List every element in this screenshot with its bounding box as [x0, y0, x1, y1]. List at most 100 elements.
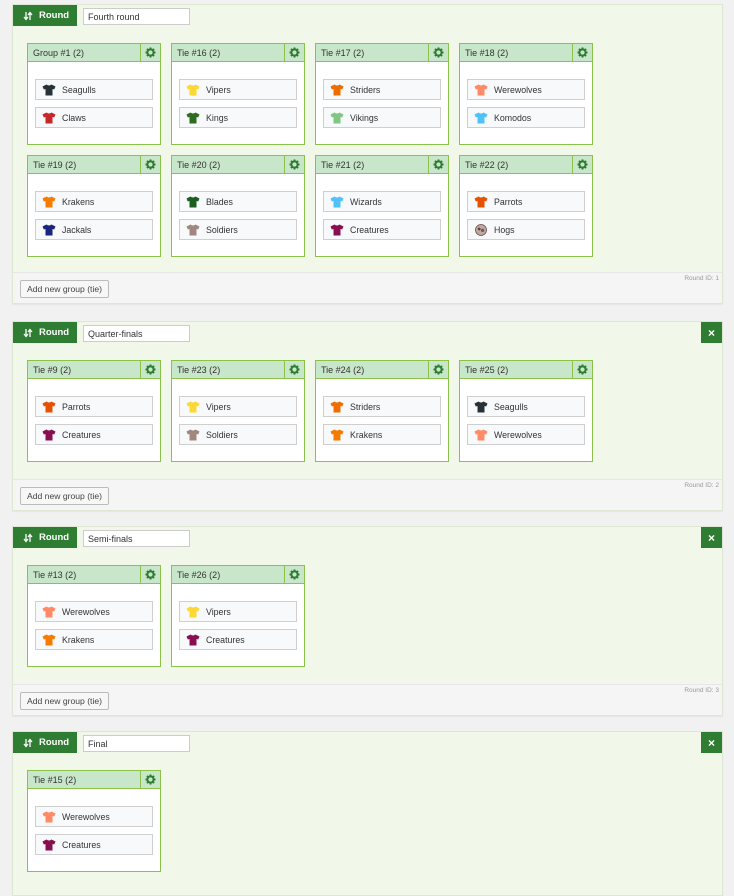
shirt-icon — [330, 224, 344, 235]
team-item[interactable]: Seagulls — [467, 396, 585, 417]
gear-icon[interactable] — [284, 156, 304, 173]
swap-icon — [23, 532, 33, 543]
gear-icon[interactable] — [428, 44, 448, 61]
tie-title: Group #1 (2) — [33, 47, 85, 58]
team-item[interactable]: Krakens — [323, 424, 441, 445]
round-header: Round — [13, 5, 722, 27]
shirt-icon — [330, 401, 344, 412]
team-item[interactable]: Creatures — [323, 219, 441, 240]
team-item[interactable]: Claws — [35, 107, 153, 128]
round-name-input[interactable] — [83, 8, 190, 25]
round-name-input[interactable] — [83, 735, 190, 752]
team-item[interactable]: Hogs — [467, 219, 585, 240]
close-icon[interactable]: × — [701, 322, 722, 343]
team-item[interactable]: Jackals — [35, 219, 153, 240]
tie-title: Tie #17 (2) — [321, 47, 365, 58]
team-item[interactable]: Striders — [323, 79, 441, 100]
team-name: Werewolves — [62, 811, 110, 822]
gear-icon[interactable] — [140, 44, 160, 61]
add-group-button[interactable]: Add new group (tie) — [20, 692, 109, 710]
gear-icon[interactable] — [572, 361, 592, 378]
shirt-icon — [186, 196, 200, 207]
gear-icon[interactable] — [284, 566, 304, 583]
team-name: Parrots — [494, 196, 523, 207]
round-footer: Add new group (tie) Round ID: 1 — [13, 272, 722, 303]
round-toggle-button[interactable]: Round — [13, 527, 77, 548]
team-item[interactable]: Kings — [179, 107, 297, 128]
add-group-button[interactable]: Add new group (tie) — [20, 280, 109, 298]
team-item[interactable]: Vipers — [179, 396, 297, 417]
swap-icon — [23, 737, 33, 748]
add-group-button[interactable]: Add new group (tie) — [20, 487, 109, 505]
team-item[interactable]: Creatures — [35, 834, 153, 855]
team-item[interactable]: Komodos — [467, 107, 585, 128]
gear-icon[interactable] — [428, 156, 448, 173]
gear-icon[interactable] — [140, 156, 160, 173]
shirt-icon — [42, 196, 56, 207]
tie-card: Tie #21 (2) Wizards Creatures — [315, 155, 449, 257]
gear-icon[interactable] — [140, 361, 160, 378]
round-id-label: Round ID: 3 — [684, 687, 719, 694]
team-item[interactable]: Wizards — [323, 191, 441, 212]
tie-title: Tie #24 (2) — [321, 364, 365, 375]
shirt-icon — [330, 429, 344, 440]
round-badge-label: Round — [39, 737, 70, 748]
team-item[interactable]: Werewolves — [467, 424, 585, 445]
round-badge-label: Round — [39, 327, 70, 338]
team-name: Kings — [206, 112, 229, 123]
team-item[interactable]: Creatures — [35, 424, 153, 445]
shirt-icon — [42, 429, 56, 440]
round-badge-label: Round — [39, 10, 70, 21]
round-panel: Round × Tie #15 (2) Werewolves Creatures — [12, 731, 723, 896]
team-item[interactable]: Seagulls — [35, 79, 153, 100]
team-item[interactable]: Krakens — [35, 191, 153, 212]
gear-icon[interactable] — [572, 44, 592, 61]
tie-card: Tie #24 (2) Striders Krakens — [315, 360, 449, 462]
team-item[interactable]: Vikings — [323, 107, 441, 128]
gear-icon[interactable] — [140, 566, 160, 583]
tie-title: Tie #9 (2) — [33, 364, 72, 375]
team-item[interactable]: Parrots — [467, 191, 585, 212]
round-toggle-button[interactable]: Round — [13, 5, 77, 26]
shirt-icon — [42, 634, 56, 645]
shirt-icon — [474, 112, 488, 123]
gear-icon[interactable] — [284, 44, 304, 61]
shirt-icon — [42, 84, 56, 95]
round-toggle-button[interactable]: Round — [13, 322, 77, 343]
round-id-label: Round ID: 2 — [684, 482, 719, 489]
team-name: Krakens — [350, 429, 383, 440]
round-name-input[interactable] — [83, 325, 190, 342]
close-icon[interactable]: × — [701, 732, 722, 753]
shirt-icon — [42, 606, 56, 617]
shirt-icon — [186, 606, 200, 617]
team-item[interactable]: Werewolves — [467, 79, 585, 100]
tie-card: Tie #16 (2) Vipers Kings — [171, 43, 305, 145]
shirt-icon — [186, 224, 200, 235]
round-toggle-button[interactable]: Round — [13, 732, 77, 753]
team-item[interactable]: Krakens — [35, 629, 153, 650]
team-name: Creatures — [62, 429, 101, 440]
team-item[interactable]: Blades — [179, 191, 297, 212]
team-item[interactable]: Vipers — [179, 601, 297, 622]
gear-icon[interactable] — [284, 361, 304, 378]
team-item[interactable]: Soldiers — [179, 424, 297, 445]
gear-icon[interactable] — [428, 361, 448, 378]
shirt-icon — [42, 224, 56, 235]
team-item[interactable]: Werewolves — [35, 806, 153, 827]
team-item[interactable]: Werewolves — [35, 601, 153, 622]
team-name: Werewolves — [494, 84, 542, 95]
gear-icon[interactable] — [140, 771, 160, 788]
gear-icon[interactable] — [572, 156, 592, 173]
shirt-icon — [42, 401, 56, 412]
tie-card: Tie #26 (2) Vipers Creatures — [171, 565, 305, 667]
team-item[interactable]: Vipers — [179, 79, 297, 100]
team-item[interactable]: Creatures — [179, 629, 297, 650]
team-item[interactable]: Soldiers — [179, 219, 297, 240]
round-panel: Round Group #1 (2) Seagulls Claws Tie #1… — [12, 4, 723, 304]
team-item[interactable]: Striders — [323, 396, 441, 417]
tie-title: Tie #26 (2) — [177, 569, 221, 580]
tie-title: Tie #13 (2) — [33, 569, 77, 580]
round-name-input[interactable] — [83, 530, 190, 547]
team-item[interactable]: Parrots — [35, 396, 153, 417]
close-icon[interactable]: × — [701, 527, 722, 548]
